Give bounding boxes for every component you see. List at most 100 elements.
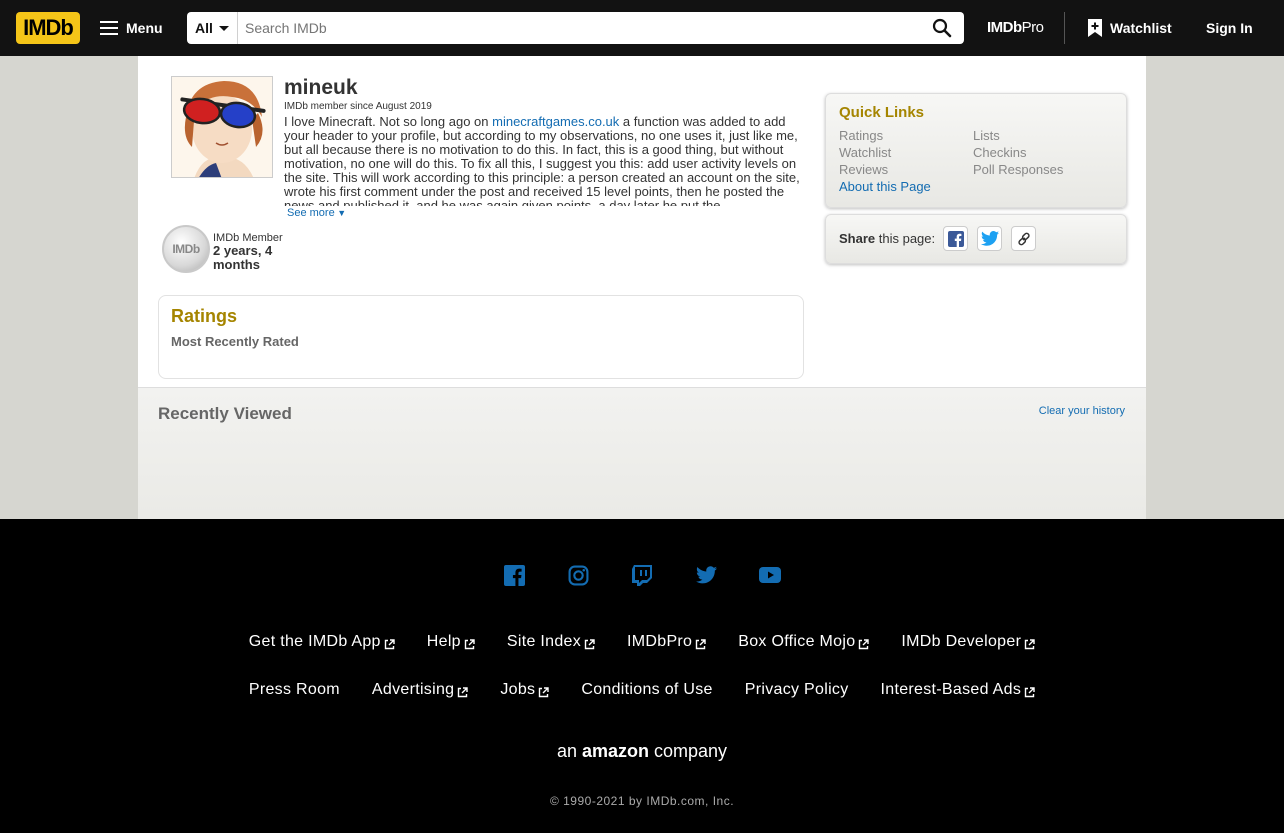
share-panel: Share this page: xyxy=(825,214,1127,264)
sign-in-button[interactable]: Sign In xyxy=(1206,20,1253,36)
footer-link-label: Site Index xyxy=(506,633,582,650)
search-icon xyxy=(932,18,952,38)
footer-link-label: Interest-Based Ads xyxy=(880,681,1022,698)
recently-viewed-section: Recently Viewed Clear your history xyxy=(138,387,1146,519)
ratings-title[interactable]: Ratings xyxy=(171,306,237,327)
quick-links-title: Quick Links xyxy=(839,104,925,121)
bio-text-rest: a function was added to add your header … xyxy=(284,115,800,206)
quick-link-watchlist[interactable]: Watchlist xyxy=(839,145,891,160)
imdbpro-link[interactable]: IMDbPro xyxy=(987,19,1044,36)
external-link-icon xyxy=(464,637,475,649)
share-label-bold: Share xyxy=(839,231,876,246)
about-this-page-link[interactable]: About this Page xyxy=(839,179,931,194)
link-icon xyxy=(1017,232,1030,245)
amazon-text-a: an xyxy=(556,741,582,761)
footer-link-imdbpro[interactable]: IMDbPro xyxy=(627,633,706,651)
footer: Get the IMDb App Help Site Index IMDbPro… xyxy=(0,519,1284,833)
footer-link-jobs[interactable]: Jobs xyxy=(500,681,550,699)
instagram-icon xyxy=(568,565,588,585)
triangle-down-icon: ▼ xyxy=(334,208,347,218)
top-navigation: IMDb Menu All IMDbPro Watchlist Sign In xyxy=(0,0,1284,56)
quick-links-panel: Quick Links Ratings Lists Watchlist Chec… xyxy=(825,93,1127,208)
caret-down-icon xyxy=(218,25,229,31)
footer-link-conditions-of-use[interactable]: Conditions of Use xyxy=(581,681,712,699)
footer-link-label: Help xyxy=(426,633,461,650)
member-since: IMDb member since August 2019 xyxy=(284,101,432,112)
footer-facebook-link[interactable] xyxy=(503,564,525,586)
user-avatar xyxy=(171,76,273,178)
footer-link-label: IMDb Developer xyxy=(901,633,1022,650)
twitch-icon xyxy=(632,564,652,586)
quick-link-ratings[interactable]: Ratings xyxy=(839,128,883,143)
footer-link-label: Privacy Policy xyxy=(744,681,849,698)
hamburger-icon xyxy=(100,21,118,35)
quick-link-checkins[interactable]: Checkins xyxy=(973,145,1026,160)
footer-link-privacy-policy[interactable]: Privacy Policy xyxy=(745,681,849,699)
facebook-icon xyxy=(947,230,964,247)
search-category-dropdown[interactable]: All xyxy=(187,12,238,44)
footer-link-box-office-mojo[interactable]: Box Office Mojo xyxy=(738,633,870,651)
external-link-icon xyxy=(1024,685,1035,697)
footer-link-advertising[interactable]: Advertising xyxy=(371,681,469,699)
watchlist-button[interactable]: Watchlist xyxy=(1088,19,1172,37)
menu-button[interactable]: Menu xyxy=(96,12,172,44)
footer-link-label: Jobs xyxy=(500,681,536,698)
share-facebook-button[interactable] xyxy=(943,226,968,251)
external-link-icon xyxy=(457,685,469,697)
footer-link-label: Press Room xyxy=(248,681,340,698)
bio-link[interactable]: minecraftgames.co.uk xyxy=(492,115,619,129)
clear-history-link[interactable]: Clear your history xyxy=(1039,405,1125,417)
youtube-icon xyxy=(759,567,781,583)
member-duration: 2 years, 4 months xyxy=(213,243,273,272)
external-link-icon xyxy=(1024,637,1035,649)
footer-link-imdb-developer[interactable]: IMDb Developer xyxy=(901,633,1035,651)
amazon-text-b: amazon xyxy=(581,741,649,761)
recently-viewed-title: Recently Viewed xyxy=(158,404,292,423)
footer-links-row-2: Press Room Advertising Jobs Conditions o… xyxy=(0,681,1284,699)
share-label: Share this page: xyxy=(839,231,935,246)
see-more-label: See more xyxy=(287,207,335,219)
facebook-icon xyxy=(503,564,525,586)
external-link-icon xyxy=(538,685,550,697)
ratings-section: Ratings Most Recently Rated xyxy=(158,295,804,379)
footer-link-help[interactable]: Help xyxy=(427,633,475,651)
footer-youtube-link[interactable] xyxy=(759,564,781,586)
footer-link-label: Get the IMDb App xyxy=(248,633,381,650)
member-badge-icon: IMDb xyxy=(162,225,210,273)
amazon-text-c: company xyxy=(649,741,728,761)
external-link-icon xyxy=(695,637,706,649)
badge-text: IMDb xyxy=(172,242,200,256)
quick-link-poll-responses[interactable]: Poll Responses xyxy=(973,162,1063,177)
footer-link-label: Advertising xyxy=(371,681,455,698)
search-button[interactable] xyxy=(926,16,958,40)
twitter-icon xyxy=(980,231,999,246)
footer-links-row-1: Get the IMDb App Help Site Index IMDbPro… xyxy=(0,633,1284,651)
footer-link-get-app[interactable]: Get the IMDb App xyxy=(249,633,395,651)
footer-link-site-index[interactable]: Site Index xyxy=(507,633,595,651)
see-more-link[interactable]: See more ▼ xyxy=(287,207,346,219)
share-twitter-button[interactable] xyxy=(977,226,1002,251)
footer-twitch-link[interactable] xyxy=(631,564,653,586)
footer-twitter-link[interactable] xyxy=(695,564,717,586)
username: mineuk xyxy=(284,76,358,99)
search-category-label: All xyxy=(195,20,213,36)
external-link-icon xyxy=(584,637,595,649)
menu-label: Menu xyxy=(126,20,163,36)
footer-link-label: Conditions of Use xyxy=(581,681,713,698)
bio-text-prefix: I love Minecraft. Not so long ago on xyxy=(284,115,493,129)
ratings-subtitle: Most Recently Rated xyxy=(171,334,299,349)
quick-link-reviews[interactable]: Reviews xyxy=(839,162,888,177)
footer-link-interest-based-ads[interactable]: Interest-Based Ads xyxy=(881,681,1036,699)
imdb-logo[interactable]: IMDb xyxy=(16,12,80,44)
quick-link-lists[interactable]: Lists xyxy=(973,128,1000,143)
footer-link-press-room[interactable]: Press Room xyxy=(249,681,340,699)
imdbpro-label-b: Pro xyxy=(1021,19,1044,36)
copy-link-button[interactable] xyxy=(1011,226,1036,251)
external-link-icon xyxy=(858,637,870,649)
footer-link-label: Box Office Mojo xyxy=(738,633,856,650)
footer-instagram-link[interactable] xyxy=(567,564,589,586)
bookmark-plus-icon xyxy=(1088,19,1102,37)
share-label-rest: this page: xyxy=(875,231,936,246)
search-input[interactable] xyxy=(239,12,919,44)
nav-divider xyxy=(1064,12,1065,44)
